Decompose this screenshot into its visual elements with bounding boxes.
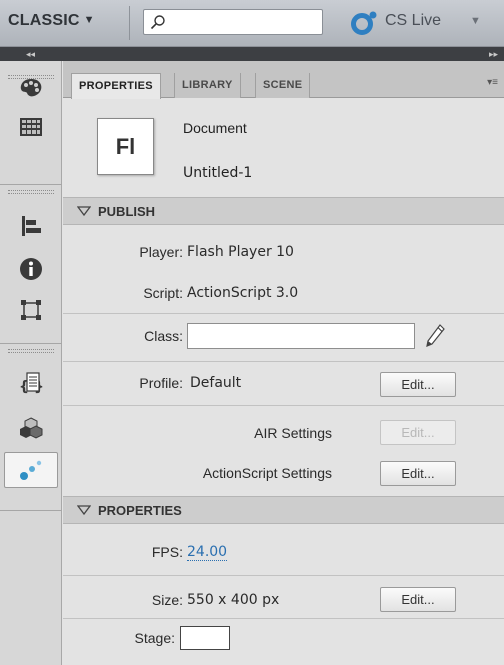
disclosure-triangle-icon (77, 206, 91, 217)
group-divider (0, 184, 62, 185)
document-type-label: Document (183, 120, 247, 136)
info-icon[interactable] (16, 254, 46, 284)
player-label: Player: (139, 244, 183, 260)
section-publish[interactable]: PUBLISH (63, 197, 504, 225)
row-divider (63, 575, 504, 576)
size-value: 550 x 400 px (187, 592, 280, 608)
toolbar-divider (129, 6, 130, 40)
row-divider (63, 618, 504, 619)
expand-right-icon[interactable]: ▸▸ (489, 47, 498, 61)
size-edit-button[interactable]: Edit... (380, 587, 456, 612)
row-divider (63, 361, 504, 362)
tab-scene[interactable]: SCENE (255, 73, 311, 98)
cs-live-menu[interactable]: CS Live (385, 12, 441, 30)
stage-label: Stage: (134, 630, 175, 646)
motion-presets-icon[interactable] (4, 452, 58, 488)
fps-label: FPS: (151, 544, 183, 560)
group-divider (0, 510, 62, 511)
components-icon[interactable] (16, 413, 46, 443)
swatches-grid-icon[interactable] (16, 112, 46, 142)
document-type-icon: Fl (97, 118, 154, 175)
collapse-left-icon[interactable]: ◂◂ (26, 47, 35, 61)
panel-icon-strip: { } (0, 61, 62, 665)
class-field[interactable] (187, 323, 415, 349)
row-divider (63, 405, 504, 406)
pencil-icon[interactable] (424, 323, 446, 349)
search-input[interactable] (143, 9, 323, 35)
chevron-down-icon: ▼ (83, 14, 95, 26)
actionscript-settings-edit-button[interactable]: Edit... (380, 461, 456, 486)
fps-value[interactable]: 24.00 (187, 544, 228, 561)
air-settings-label: AIR Settings (254, 425, 332, 441)
section-title: PUBLISH (98, 204, 156, 219)
tab-properties[interactable]: PROPERTIES (71, 73, 161, 99)
application-bar: CLASSIC ▼ CS Live ▼ (0, 0, 504, 47)
group-divider (0, 343, 62, 344)
cs-live-icon[interactable] (351, 10, 379, 36)
color-palette-icon[interactable] (16, 73, 46, 103)
actionscript-settings-label: ActionScript Settings (202, 465, 332, 481)
chevron-down-icon[interactable]: ▼ (470, 15, 481, 27)
player-value: Flash Player 10 (187, 244, 294, 260)
section-title: PROPERTIES (98, 503, 182, 518)
search-icon (150, 15, 165, 30)
drag-grip[interactable] (8, 190, 54, 194)
stage-color-swatch[interactable] (180, 626, 230, 650)
script-label: Script: (143, 285, 183, 301)
profile-label: Profile: (139, 375, 183, 391)
profile-value: Default (190, 375, 242, 391)
align-icon[interactable] (16, 211, 46, 241)
code-snippets-icon[interactable]: { } (16, 369, 46, 399)
drag-grip[interactable] (8, 349, 54, 353)
profile-edit-button[interactable]: Edit... (380, 372, 456, 397)
tab-library[interactable]: LIBRARY (174, 73, 241, 98)
section-properties[interactable]: PROPERTIES (63, 496, 504, 524)
disclosure-triangle-icon (77, 505, 91, 516)
size-label: Size: (151, 592, 183, 608)
workspace-label: CLASSIC (8, 12, 80, 29)
script-value: ActionScript 3.0 (187, 285, 299, 301)
panel-collapse-bar: ◂◂ ▸▸ (0, 47, 504, 61)
workspace-switcher[interactable]: CLASSIC ▼ (8, 12, 95, 30)
document-name: Untitled-1 (183, 165, 253, 181)
panel-menu-icon[interactable]: ▾≡ (487, 77, 498, 88)
panel-tab-bar: PROPERTIES LIBRARY SCENE ▾≡ (63, 61, 504, 99)
row-divider (63, 313, 504, 314)
class-label: Class: (144, 328, 183, 344)
air-settings-edit-button[interactable]: Edit... (380, 420, 456, 445)
transform-icon[interactable] (16, 295, 46, 325)
